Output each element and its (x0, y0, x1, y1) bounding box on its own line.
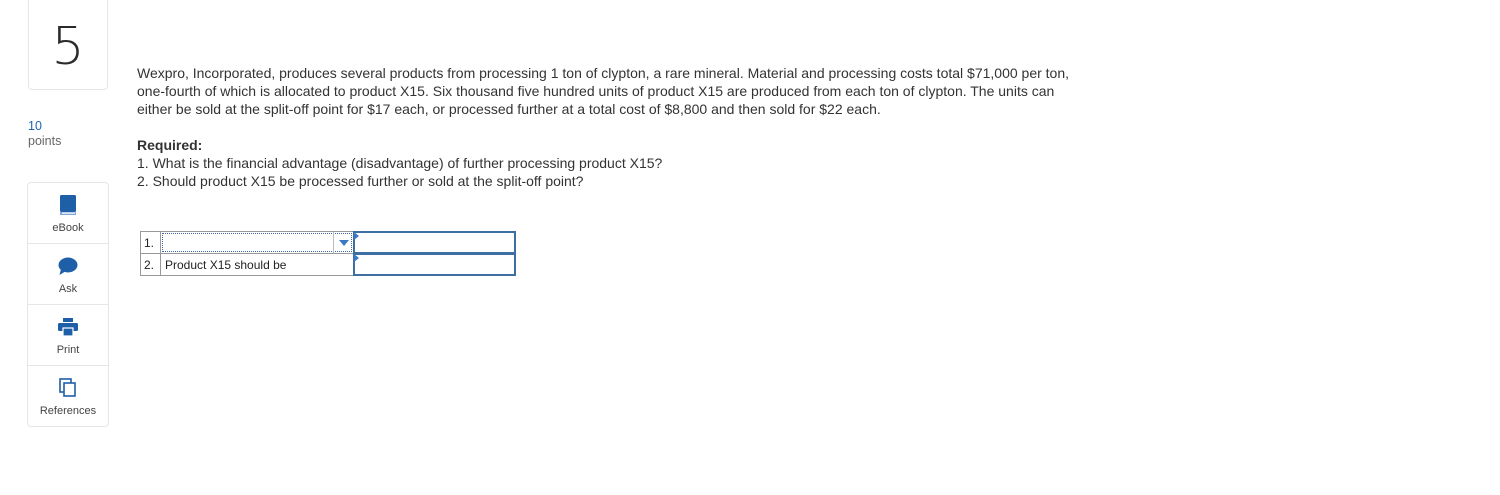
answer-table: 1. 2. Product X15 should be (140, 231, 516, 276)
chevron-down-icon (338, 239, 349, 246)
requirement-1: 1. What is the financial advantage (disa… (137, 155, 663, 171)
decision-input[interactable] (353, 253, 516, 276)
documents-icon (57, 377, 79, 399)
question-content: Wexpro, Incorporated, produces several p… (137, 64, 1077, 190)
answer-row-1: 1. (140, 231, 516, 254)
ask-button[interactable]: Ask (28, 244, 108, 305)
question-number-box: 5 (28, 0, 108, 90)
question-number: 5 (51, 16, 85, 77)
problem-text: Wexpro, Incorporated, produces several p… (137, 65, 1070, 117)
dropdown-toggle[interactable] (333, 232, 353, 253)
printer-icon (57, 316, 79, 338)
cell-marker-icon (354, 232, 359, 240)
cell-marker-icon (354, 254, 359, 262)
advantage-dropdown[interactable] (160, 231, 354, 254)
print-label: Print (56, 344, 80, 356)
decision-cell[interactable] (353, 253, 516, 276)
answer-row-2: 2. Product X15 should be (140, 253, 516, 276)
question-page: 5 10 points eBook Ask Print References W… (0, 0, 1500, 495)
required-title: Required: (137, 137, 203, 153)
ebook-button[interactable]: eBook (28, 183, 108, 244)
ask-label: Ask (58, 283, 78, 295)
dropdown-selected-value (161, 232, 165, 246)
print-button[interactable]: Print (28, 305, 108, 366)
requirement-2: 2. Should product X15 be processed furth… (137, 173, 584, 189)
points-label: points (28, 134, 62, 148)
advantage-amount-cell[interactable] (353, 231, 516, 254)
decision-label-cell: Product X15 should be (160, 253, 354, 276)
row-number: 2. (140, 253, 161, 276)
decision-label: Product X15 should be (165, 257, 287, 272)
points-value: 10 (28, 119, 42, 133)
advantage-amount-input[interactable] (353, 231, 516, 254)
chat-bubble-icon (57, 255, 79, 277)
tools-panel: eBook Ask Print References (27, 182, 109, 427)
points-block: 10 points (28, 119, 108, 149)
ebook-label: eBook (52, 222, 84, 234)
required-block: Required: 1. What is the financial advan… (137, 136, 1077, 190)
references-button[interactable]: References (28, 366, 108, 427)
references-label: References (39, 405, 97, 417)
book-icon (57, 194, 79, 216)
row-number: 1. (140, 231, 161, 254)
dropdown-field[interactable] (161, 232, 353, 253)
